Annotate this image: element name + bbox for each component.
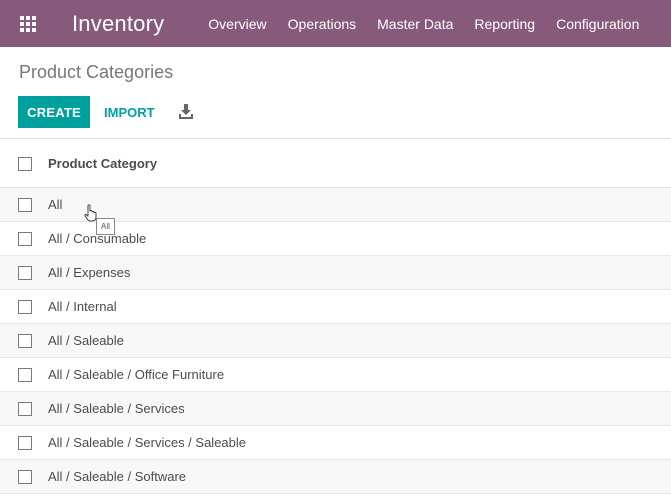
apps-menu-button[interactable] — [0, 0, 56, 47]
row-category-name: All — [48, 197, 63, 212]
row-category-name: All / Saleable — [48, 333, 124, 348]
table-row[interactable]: All / Internal — [0, 290, 671, 324]
select-all-checkbox[interactable] — [18, 156, 32, 171]
menu-item-overview[interactable]: Overview — [208, 16, 266, 32]
row-category-name: All / Internal — [48, 299, 117, 314]
row-category-name: All / Expenses — [48, 265, 131, 280]
menu-item-configuration[interactable]: Configuration — [556, 16, 639, 32]
row-checkbox[interactable] — [18, 231, 32, 246]
apps-grid-icon — [20, 15, 36, 32]
row-tooltip: All — [96, 218, 115, 235]
row-checkbox[interactable] — [18, 265, 32, 280]
column-header-product-category[interactable]: Product Category — [48, 156, 157, 171]
control-panel: Product Categories CREATE IMPORT — [0, 47, 671, 139]
table-row[interactable]: All — [0, 188, 671, 222]
row-checkbox[interactable] — [18, 299, 32, 314]
table-row[interactable]: All / Expenses — [0, 256, 671, 290]
row-checkbox[interactable] — [18, 367, 32, 382]
page-title: Product Categories — [19, 62, 174, 82]
table-row[interactable]: All / Saleable / Office Furniture — [0, 358, 671, 392]
create-button[interactable]: CREATE — [18, 96, 90, 128]
table-row[interactable]: All / Saleable / Services — [0, 392, 671, 426]
row-checkbox[interactable] — [18, 333, 32, 348]
menu-item-operations[interactable]: Operations — [288, 16, 356, 32]
menu-item-reporting[interactable]: Reporting — [474, 16, 535, 32]
row-checkbox[interactable] — [18, 469, 32, 484]
product-category-list: Product Category All All / Consumable Al… — [0, 140, 671, 494]
row-checkbox[interactable] — [18, 401, 32, 416]
hand-pointer-icon — [84, 204, 97, 222]
row-checkbox[interactable] — [18, 197, 32, 212]
row-category-name: All / Saleable / Office Furniture — [48, 367, 225, 382]
main-menu: Overview Operations Master Data Reportin… — [208, 16, 639, 32]
row-checkbox[interactable] — [18, 435, 32, 450]
app-title[interactable]: Inventory — [72, 11, 164, 37]
row-category-name: All / Saleable / Services — [48, 401, 185, 416]
row-category-name: All / Saleable / Services / Saleable — [48, 435, 246, 450]
table-row[interactable]: All / Saleable — [0, 324, 671, 358]
table-row[interactable]: All / Saleable / Software — [0, 460, 671, 494]
row-category-name: All / Saleable / Software — [48, 469, 187, 484]
list-header: Product Category — [0, 140, 671, 188]
menu-item-master-data[interactable]: Master Data — [377, 16, 453, 32]
import-button[interactable]: IMPORT — [104, 96, 155, 128]
table-row[interactable]: All / Saleable / Services / Saleable — [0, 426, 671, 460]
top-navbar: Inventory Overview Operations Master Dat… — [0, 0, 671, 47]
download-icon[interactable] — [178, 103, 194, 121]
